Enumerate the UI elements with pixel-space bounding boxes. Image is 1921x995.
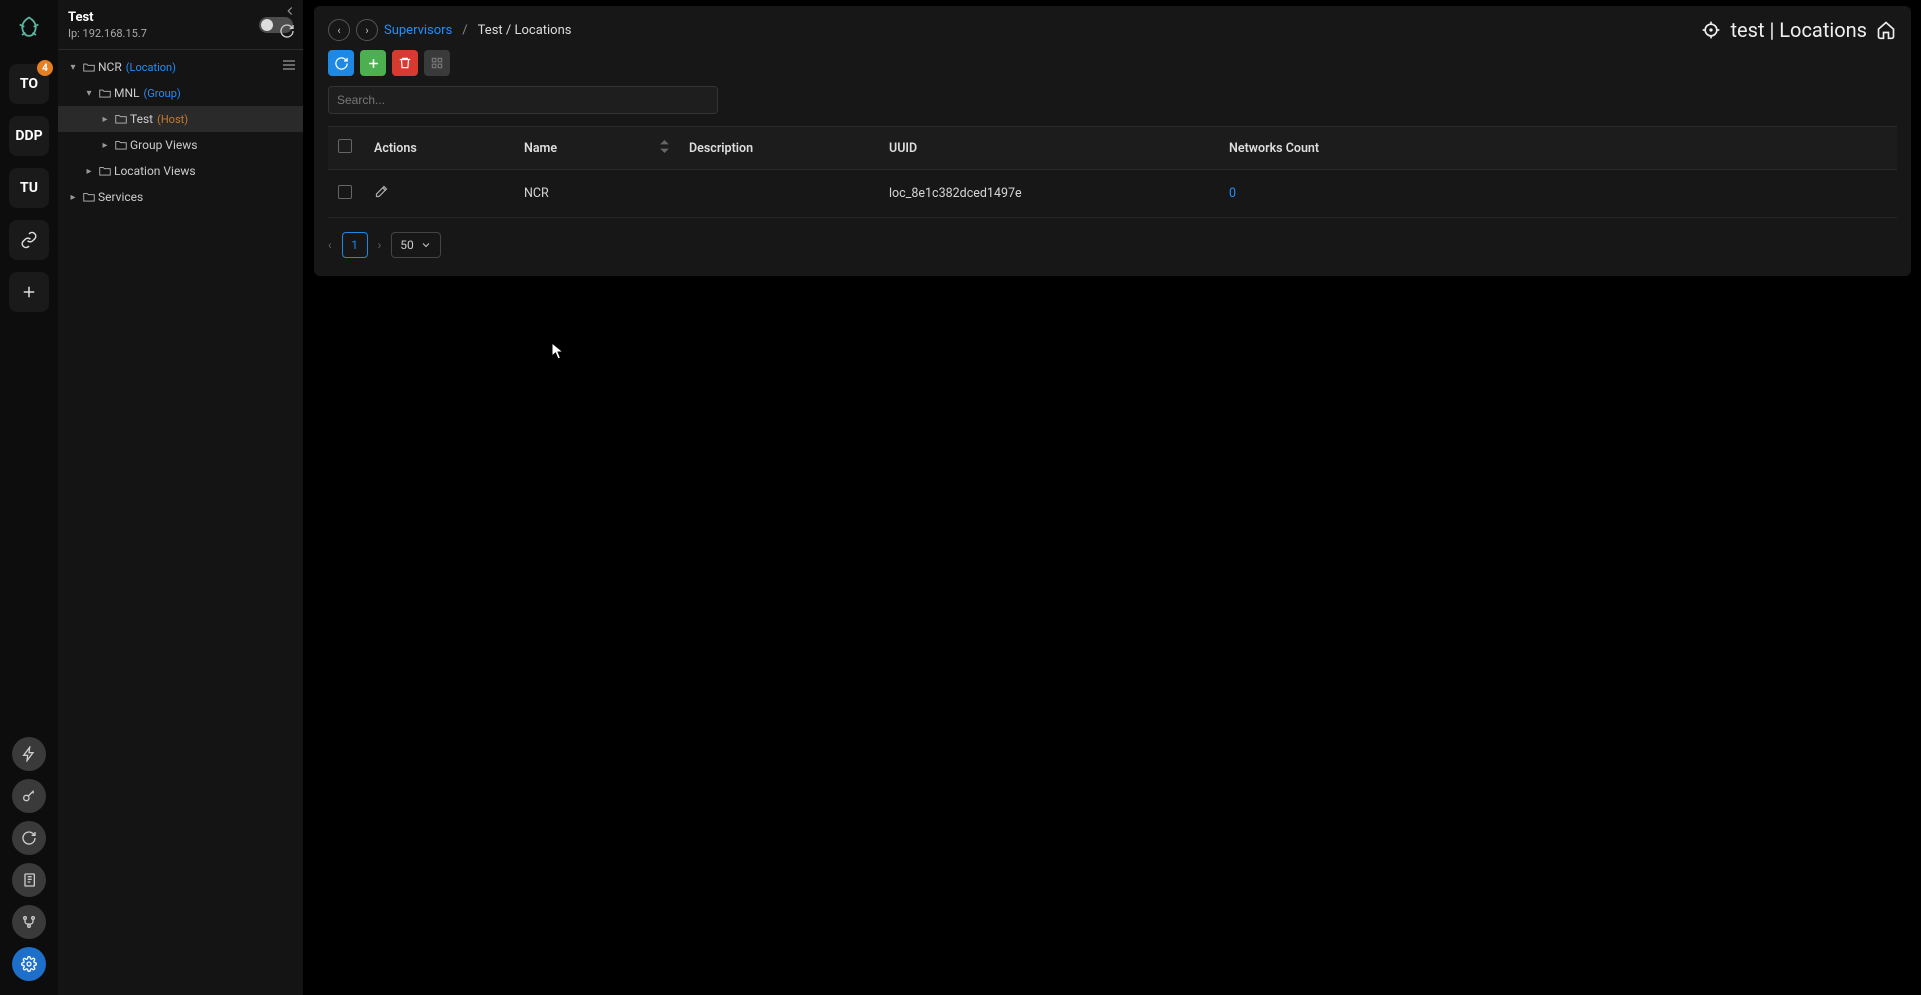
folder-icon <box>96 164 114 178</box>
lightning-icon[interactable] <box>12 737 46 771</box>
side-subtitle: Ip: 192.168.15.7 <box>68 27 259 40</box>
folder-icon <box>112 112 130 126</box>
add-button[interactable] <box>360 50 386 76</box>
select-all-checkbox[interactable] <box>338 139 352 153</box>
workspace-tu[interactable]: TU <box>9 168 49 208</box>
tree-menu-icon[interactable] <box>281 57 297 77</box>
edit-icon[interactable] <box>374 188 389 203</box>
delete-button[interactable] <box>392 50 418 76</box>
page-title-text: test | Locations <box>1730 18 1867 42</box>
refresh-button[interactable] <box>328 50 354 76</box>
cell-networks[interactable]: 0 <box>1229 186 1236 201</box>
table-row[interactable]: NCR loc_8e1c382dced1497e 0 <box>328 170 1897 218</box>
pagination: ‹ 1 › 50 <box>328 232 1897 258</box>
col-uuid: UUID <box>879 127 1219 170</box>
search-input[interactable] <box>328 86 718 114</box>
cell-name: NCR <box>514 170 679 218</box>
action-bar <box>328 50 1897 76</box>
tree-tag: (Location) <box>126 61 176 74</box>
folder-icon <box>80 190 98 204</box>
caret-right-icon[interactable]: ▸ <box>98 140 112 151</box>
refresh-panel-icon[interactable] <box>279 23 295 43</box>
caret-right-icon[interactable]: ▸ <box>66 192 80 203</box>
workspace-label: TU <box>20 180 38 196</box>
app-logo <box>11 10 47 46</box>
workspace-to[interactable]: TO 4 <box>9 64 49 104</box>
folder-open-icon <box>80 60 98 74</box>
table-header-row: Actions Name Description UUID Networks <box>328 127 1897 170</box>
grid-button <box>424 50 450 76</box>
page-size-select[interactable]: 50 <box>391 232 441 258</box>
key-icon[interactable] <box>12 779 46 813</box>
workspace-ddp[interactable]: DDP <box>9 116 49 156</box>
sort-icon[interactable] <box>660 140 669 156</box>
side-header: Test Ip: 192.168.15.7 <box>58 0 303 50</box>
tree-label: NCR <box>98 60 122 74</box>
breadcrumb-sep: / <box>462 23 467 38</box>
main-area: ‹ › Supervisors / Test / Locations test … <box>304 0 1921 995</box>
notebook-icon[interactable] <box>12 863 46 897</box>
tree-label: Group Views <box>130 138 197 152</box>
cell-uuid: loc_8e1c382dced1497e <box>879 170 1219 218</box>
link-button[interactable] <box>9 220 49 260</box>
tree-node-test[interactable]: ▸ Test (Host) <box>58 106 303 132</box>
caret-right-icon[interactable]: ▸ <box>98 114 112 125</box>
row-checkbox[interactable] <box>338 185 352 199</box>
breadcrumb: ‹ › Supervisors / Test / Locations <box>328 19 571 41</box>
target-icon <box>1700 19 1722 41</box>
tree-tag: (Group) <box>144 87 181 100</box>
location-tree: ▾ NCR (Location) ▾ MNL (Group) ▸ <box>58 50 303 995</box>
tree-label: MNL <box>114 86 140 100</box>
nav-rail: TO 4 DDP TU <box>0 0 58 995</box>
settings-icon[interactable] <box>12 947 46 981</box>
breadcrumb-link[interactable]: Supervisors <box>384 23 452 38</box>
col-networks: Networks Count <box>1219 127 1897 170</box>
collapse-panel-icon[interactable] <box>283 4 297 22</box>
col-description: Description <box>679 127 879 170</box>
page-current[interactable]: 1 <box>342 232 368 258</box>
folder-open-icon <box>96 86 114 100</box>
page-title: test | Locations <box>1700 18 1897 42</box>
caret-right-icon[interactable]: ▸ <box>82 166 96 177</box>
tree-label: Services <box>98 190 143 204</box>
nav-forward-button[interactable]: › <box>356 19 378 41</box>
content-panel: ‹ › Supervisors / Test / Locations test … <box>314 6 1911 276</box>
page-size-value: 50 <box>400 238 414 252</box>
tree-node-ncr[interactable]: ▾ NCR (Location) <box>58 54 303 80</box>
page-next-button[interactable]: › <box>378 238 382 252</box>
tree-label: Test <box>130 112 153 126</box>
tree-node-group-views[interactable]: ▸ Group Views <box>58 132 303 158</box>
workspace-badge: 4 <box>37 60 53 76</box>
tree-node-services[interactable]: ▸ Services <box>58 184 303 210</box>
caret-down-icon[interactable]: ▾ <box>66 62 80 73</box>
home-icon[interactable] <box>1875 19 1897 41</box>
side-panel: Test Ip: 192.168.15.7 ▾ NCR (Location) <box>58 0 304 995</box>
folder-icon <box>112 138 130 152</box>
workspace-label: TO <box>20 76 38 92</box>
tree-label: Location Views <box>114 164 196 178</box>
sync-icon[interactable] <box>12 821 46 855</box>
tree-node-mnl[interactable]: ▾ MNL (Group) <box>58 80 303 106</box>
tree-tag: (Host) <box>157 113 188 126</box>
breadcrumb-current: Test / Locations <box>478 23 572 38</box>
locations-table: Actions Name Description UUID Networks <box>328 126 1897 218</box>
caret-down-icon[interactable]: ▾ <box>82 88 96 99</box>
col-name[interactable]: Name <box>524 141 557 156</box>
nav-back-button[interactable]: ‹ <box>328 19 350 41</box>
page-prev-button[interactable]: ‹ <box>328 238 332 252</box>
tree-node-location-views[interactable]: ▸ Location Views <box>58 158 303 184</box>
add-button[interactable] <box>9 272 49 312</box>
branch-icon[interactable] <box>12 905 46 939</box>
cell-description <box>679 170 879 218</box>
workspace-label: DDP <box>15 128 42 144</box>
col-actions: Actions <box>364 127 514 170</box>
side-title: Test <box>68 10 259 25</box>
